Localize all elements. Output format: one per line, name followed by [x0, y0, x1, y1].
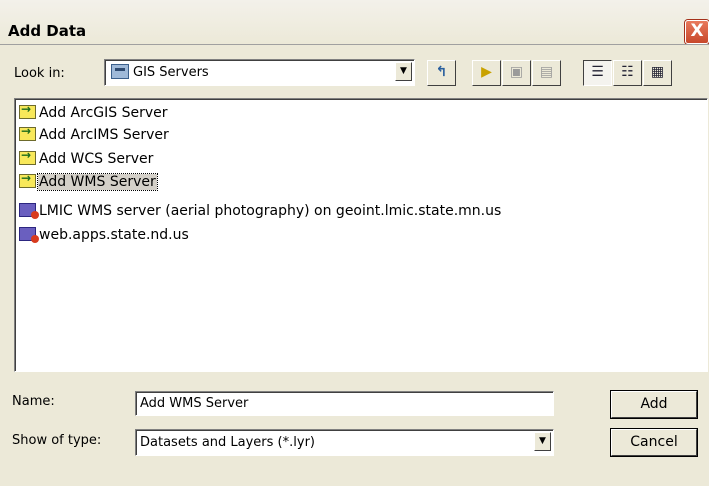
list-item[interactable]: LMIC WMS server (aerial photography) on … [19, 203, 502, 223]
thumbnails-view-button[interactable]: ▦ [643, 60, 672, 86]
server-connection-icon [19, 227, 39, 243]
gis-servers-icon [111, 64, 129, 79]
show-of-type-value: Datasets and Layers (*.lyr) [140, 435, 315, 450]
add-data-dialog: Add Data X Look in: GIS Servers ▼ ↰ ▶ ▣ … [0, 0, 709, 486]
list-item[interactable]: web.apps.state.nd.us [19, 227, 190, 247]
thumbnails-view-icon: ▦ [650, 64, 665, 80]
close-icon: X [690, 21, 704, 41]
cancel-button[interactable]: Cancel [611, 429, 697, 456]
name-field[interactable] [135, 391, 557, 416]
list-item[interactable]: Add ArcGIS Server [19, 102, 169, 125]
dialog-title: Add Data [8, 22, 87, 40]
look-in-dropdown[interactable]: GIS Servers ▼ [104, 59, 415, 86]
look-in-label: Look in: [14, 66, 65, 81]
disconnect-icon: ▣ [509, 64, 524, 80]
add-server-icon [19, 124, 36, 141]
title-divider [0, 44, 709, 45]
title-bar: Add Data X [0, 0, 709, 44]
add-server-icon [19, 148, 36, 165]
connect-to-folder-icon: ▶ [481, 64, 492, 80]
add-server-icon [19, 171, 36, 188]
name-input[interactable] [136, 392, 557, 415]
new-folder-button[interactable]: ▤ [532, 60, 561, 86]
show-of-type-dropdown[interactable]: Datasets and Layers (*.lyr) ▼ [135, 429, 554, 456]
details-view-icon: ☷ [621, 64, 634, 80]
list-item[interactable]: Add ArcIMS Server [19, 124, 170, 147]
add-server-icon [19, 102, 36, 119]
catalog-file-list[interactable]: Add ArcGIS Server Add ArcIMS Server Add … [14, 98, 708, 372]
up-one-level-icon: ↰ [435, 64, 448, 80]
name-label: Name: [12, 394, 55, 409]
server-connection-icon [19, 203, 39, 219]
list-item-selected[interactable]: Add WMS Server [19, 171, 158, 194]
up-one-level-button[interactable]: ↰ [427, 60, 456, 86]
new-folder-icon: ▤ [539, 64, 554, 80]
look-in-value: GIS Servers [133, 65, 209, 80]
add-button[interactable]: Add [611, 391, 697, 418]
chevron-down-icon[interactable]: ▼ [534, 432, 551, 451]
close-button[interactable]: X [685, 20, 709, 44]
list-view-icon: ☰ [591, 64, 604, 80]
details-view-button[interactable]: ☷ [613, 60, 642, 86]
connect-to-folder-button[interactable]: ▶ [472, 60, 501, 86]
list-item[interactable]: Add WCS Server [19, 148, 154, 171]
disconnect-button[interactable]: ▣ [502, 60, 531, 86]
chevron-down-icon[interactable]: ▼ [395, 62, 412, 81]
list-view-button[interactable]: ☰ [583, 60, 612, 86]
show-of-type-label: Show of type: [12, 433, 102, 448]
